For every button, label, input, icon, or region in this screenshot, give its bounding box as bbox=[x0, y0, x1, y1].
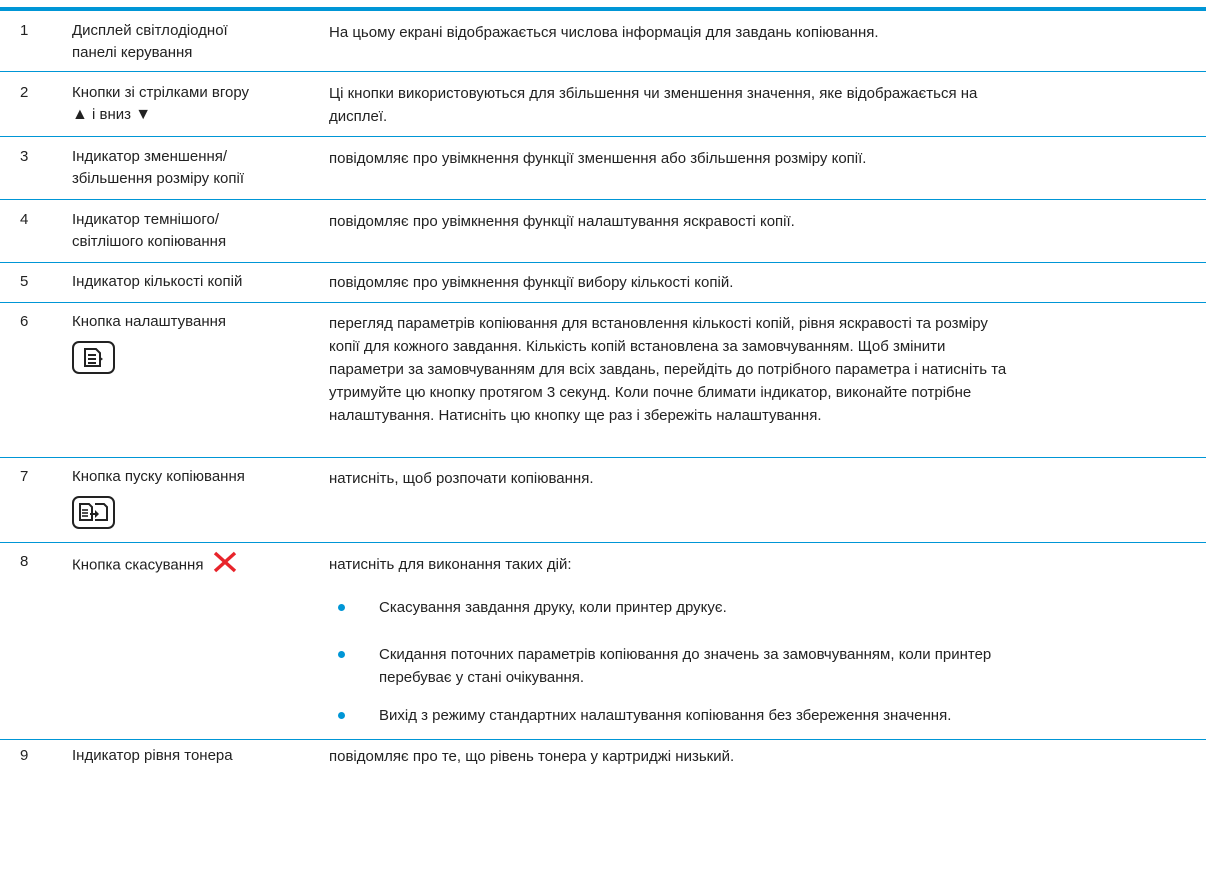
item-name: Кнопка скасування bbox=[72, 551, 312, 580]
item-description: Ці кнопки використовуються для збільшенн… bbox=[329, 85, 978, 125]
item-number: 7 bbox=[20, 468, 29, 485]
table-row: 1 Дисплей світлодіодної панелі керування… bbox=[0, 11, 1206, 72]
item-description: повідомляє про увімкнення функції вибору… bbox=[329, 274, 734, 291]
table-row: 6 Кнопка налаштування перегляд параметрі… bbox=[0, 303, 1206, 458]
table-row: 4 Індикатор темнішого/ світлішого копіюв… bbox=[0, 200, 1206, 263]
list-item: Вихід з режиму стандартних налаштування … bbox=[379, 707, 952, 724]
item-number: 1 bbox=[20, 22, 29, 39]
item-name: Кнопки зі стрілками вгору ▲ і вниз ▼ bbox=[72, 84, 249, 123]
table-row: 8 Кнопка скасування натисніть для викона… bbox=[0, 543, 1206, 740]
item-number: 4 bbox=[20, 211, 29, 228]
arrow-up-icon: ▲ bbox=[72, 106, 88, 123]
table-row: 3 Індикатор зменшення/ збільшення розмір… bbox=[0, 137, 1206, 200]
item-description: повідомляє про увімкнення функції налашт… bbox=[329, 213, 795, 230]
bullet-icon bbox=[338, 712, 345, 719]
item-number: 9 bbox=[20, 747, 29, 764]
setup-icon bbox=[72, 341, 115, 374]
item-name: Дисплей світлодіодної панелі керування bbox=[72, 22, 228, 61]
item-description: натисніть, щоб розпочати копіювання. bbox=[329, 470, 594, 487]
item-name: Індикатор зменшення/ збільшення розміру … bbox=[72, 148, 245, 187]
table-row: 7 Кнопка пуску копіювання натисніть, щоб… bbox=[0, 458, 1206, 543]
list-item: Скидання поточних параметрів копіювання … bbox=[379, 646, 992, 686]
table-row: 2 Кнопки зі стрілками вгору ▲ і вниз ▼ Ц… bbox=[0, 72, 1206, 137]
start-copy-icon bbox=[72, 496, 115, 529]
arrow-down-icon: ▼ bbox=[135, 106, 152, 123]
item-number: 6 bbox=[20, 313, 29, 330]
item-description: На цьому екрані відображається числова і… bbox=[329, 24, 879, 41]
item-name: Кнопка пуску копіювання bbox=[72, 466, 312, 536]
bullet-icon bbox=[338, 651, 345, 658]
item-description: перегляд параметрів копіювання для встан… bbox=[329, 315, 1007, 424]
table-row: 9 Індикатор рівня тонера повідомляє про … bbox=[0, 740, 1206, 770]
table-row: 5 Індикатор кількості копій повідомляє п… bbox=[0, 263, 1206, 303]
bullet-icon bbox=[338, 604, 345, 611]
list-item: Скасування завдання друку, коли принтер … bbox=[379, 599, 727, 616]
item-name: Індикатор кількості копій bbox=[72, 273, 243, 290]
item-description: повідомляє про те, що рівень тонера у ка… bbox=[329, 748, 735, 765]
item-description: натисніть для виконання таких дій: bbox=[329, 556, 572, 573]
item-number: 3 bbox=[20, 148, 29, 165]
item-name: Кнопка налаштування bbox=[72, 311, 312, 381]
item-number: 5 bbox=[20, 273, 29, 290]
item-number: 2 bbox=[20, 84, 29, 101]
item-name: Індикатор темнішого/ світлішого копіюван… bbox=[72, 211, 227, 250]
item-description: повідомляє про увімкнення функції зменше… bbox=[329, 150, 867, 167]
cancel-x-icon bbox=[212, 551, 238, 580]
control-panel-table: 1 Дисплей світлодіодної панелі керування… bbox=[0, 11, 1206, 770]
item-name: Індикатор рівня тонера bbox=[72, 747, 233, 764]
item-number: 8 bbox=[20, 553, 29, 570]
